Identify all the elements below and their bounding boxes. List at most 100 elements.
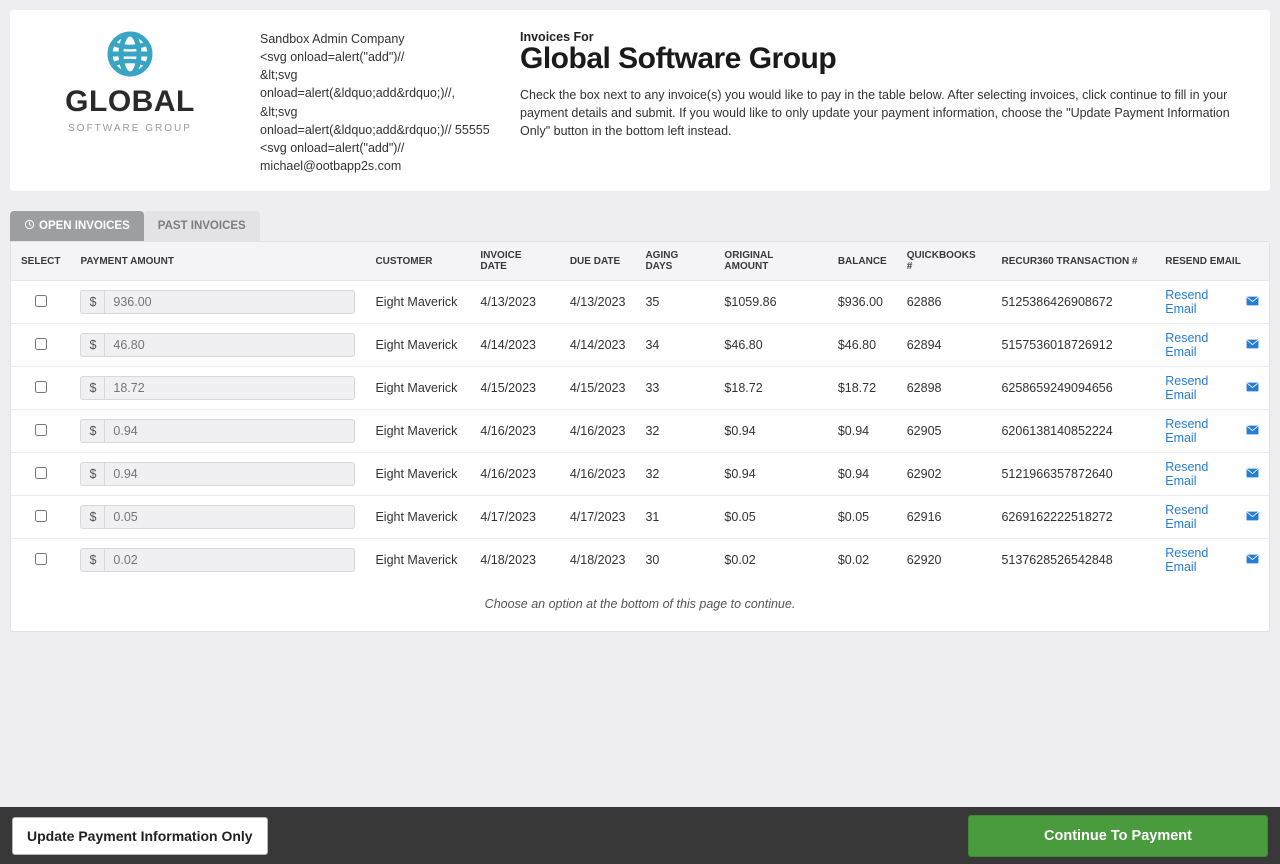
clock-icon (24, 219, 35, 233)
resend-email-link[interactable]: Resend Email (1165, 417, 1259, 445)
payment-amount-input[interactable] (104, 419, 355, 443)
cell-quickbooks: 62898 (897, 367, 992, 410)
cell-transaction: 5157536018726912 (991, 324, 1155, 367)
cell-invoice-date: 4/15/2023 (470, 367, 559, 410)
continue-to-payment-button[interactable]: Continue To Payment (968, 815, 1268, 857)
company-line-3: &lt;svg onload=alert(&ldquo;add&rdquo;)/… (260, 66, 490, 139)
row-select-checkbox[interactable] (35, 553, 47, 565)
cell-original-amount: $0.05 (714, 496, 827, 539)
table-row: $Eight Maverick4/16/20234/16/202332$0.94… (11, 410, 1269, 453)
tabs: OPEN INVOICES PAST INVOICES (10, 211, 1270, 241)
cell-original-amount: $0.94 (714, 410, 827, 453)
cell-transaction: 5125386426908672 (991, 281, 1155, 324)
logo-name: GLOBAL (30, 85, 230, 119)
table-row: $Eight Maverick4/13/20234/13/202335$1059… (11, 281, 1269, 324)
row-select-checkbox[interactable] (35, 295, 47, 307)
cell-quickbooks: 62894 (897, 324, 992, 367)
table-row: $Eight Maverick4/17/20234/17/202331$0.05… (11, 496, 1269, 539)
invoices-for: Invoices For Global Software Group Check… (520, 26, 1250, 175)
cell-transaction: 5137628526542848 (991, 539, 1155, 582)
row-select-checkbox[interactable] (35, 510, 47, 522)
currency-prefix: $ (80, 462, 104, 486)
resend-email-link[interactable]: Resend Email (1165, 331, 1259, 359)
payment-amount-input[interactable] (104, 505, 355, 529)
cell-original-amount: $46.80 (714, 324, 827, 367)
cell-original-amount: $0.94 (714, 453, 827, 496)
cell-aging-days: 31 (635, 496, 714, 539)
cell-balance: $46.80 (828, 324, 897, 367)
cell-customer: Eight Maverick (365, 539, 470, 582)
mail-icon (1246, 295, 1259, 309)
cell-balance: $18.72 (828, 367, 897, 410)
cell-quickbooks: 62902 (897, 453, 992, 496)
currency-prefix: $ (80, 505, 104, 529)
cell-balance: $0.94 (828, 410, 897, 453)
cell-due-date: 4/16/2023 (560, 453, 636, 496)
cell-aging-days: 34 (635, 324, 714, 367)
th-quickbooks: QUICKBOOKS # (897, 242, 992, 281)
cell-aging-days: 32 (635, 410, 714, 453)
row-select-checkbox[interactable] (35, 381, 47, 393)
currency-prefix: $ (80, 333, 104, 357)
cell-customer: Eight Maverick (365, 410, 470, 453)
currency-prefix: $ (80, 376, 104, 400)
company-line-1: Sandbox Admin Company (260, 30, 490, 48)
table-row: $Eight Maverick4/16/20234/16/202332$0.94… (11, 453, 1269, 496)
cell-quickbooks: 62905 (897, 410, 992, 453)
cell-transaction: 6206138140852224 (991, 410, 1155, 453)
cell-balance: $0.05 (828, 496, 897, 539)
th-balance: BALANCE (828, 242, 897, 281)
cell-transaction: 5121966357872640 (991, 453, 1155, 496)
row-select-checkbox[interactable] (35, 338, 47, 350)
tab-past-label: PAST INVOICES (158, 220, 246, 232)
resend-email-link[interactable]: Resend Email (1165, 546, 1259, 574)
th-transaction: RECUR360 TRANSACTION # (991, 242, 1155, 281)
mail-icon (1246, 553, 1259, 567)
cell-customer: Eight Maverick (365, 496, 470, 539)
row-select-checkbox[interactable] (35, 424, 47, 436)
cell-balance: $0.94 (828, 453, 897, 496)
payment-amount-input[interactable] (104, 290, 355, 314)
row-select-checkbox[interactable] (35, 467, 47, 479)
tab-open-invoices[interactable]: OPEN INVOICES (10, 211, 144, 241)
cell-customer: Eight Maverick (365, 281, 470, 324)
th-invoice-date: INVOICE DATE (470, 242, 559, 281)
payment-amount-input[interactable] (104, 548, 355, 572)
mail-icon (1246, 424, 1259, 438)
globe-icon (106, 30, 154, 83)
th-payment-amount: PAYMENT AMOUNT (70, 242, 365, 281)
resend-email-link[interactable]: Resend Email (1165, 288, 1259, 316)
payment-amount-input[interactable] (104, 462, 355, 486)
cell-quickbooks: 62916 (897, 496, 992, 539)
payment-amount-input[interactable] (104, 376, 355, 400)
resend-email-link[interactable]: Resend Email (1165, 503, 1259, 531)
cell-due-date: 4/17/2023 (560, 496, 636, 539)
cell-quickbooks: 62920 (897, 539, 992, 582)
cell-invoice-date: 4/14/2023 (470, 324, 559, 367)
cell-due-date: 4/14/2023 (560, 324, 636, 367)
table-row: $Eight Maverick4/15/20234/15/202333$18.7… (11, 367, 1269, 410)
cell-customer: Eight Maverick (365, 367, 470, 410)
update-payment-button[interactable]: Update Payment Information Only (12, 817, 268, 855)
invoice-table: SELECT PAYMENT AMOUNT CUSTOMER INVOICE D… (10, 241, 1270, 632)
resend-email-link[interactable]: Resend Email (1165, 374, 1259, 402)
mail-icon (1246, 381, 1259, 395)
cell-invoice-date: 4/13/2023 (470, 281, 559, 324)
company-email: michael@ootbapp2s.com (260, 157, 490, 175)
resend-email-link[interactable]: Resend Email (1165, 460, 1259, 488)
cell-customer: Eight Maverick (365, 453, 470, 496)
invoices-for-title: Global Software Group (520, 42, 1250, 76)
th-customer: CUSTOMER (365, 242, 470, 281)
tab-past-invoices[interactable]: PAST INVOICES (144, 211, 260, 241)
cell-invoice-date: 4/17/2023 (470, 496, 559, 539)
mail-icon (1246, 338, 1259, 352)
cell-due-date: 4/15/2023 (560, 367, 636, 410)
header-card: GLOBAL SOFTWARE GROUP Sandbox Admin Comp… (10, 10, 1270, 191)
th-resend: RESEND EMAIL (1155, 242, 1269, 281)
currency-prefix: $ (80, 548, 104, 572)
payment-amount-input[interactable] (104, 333, 355, 357)
cell-aging-days: 32 (635, 453, 714, 496)
company-info: Sandbox Admin Company <svg onload=alert(… (260, 26, 490, 175)
cell-transaction: 6258659249094656 (991, 367, 1155, 410)
cell-due-date: 4/18/2023 (560, 539, 636, 582)
